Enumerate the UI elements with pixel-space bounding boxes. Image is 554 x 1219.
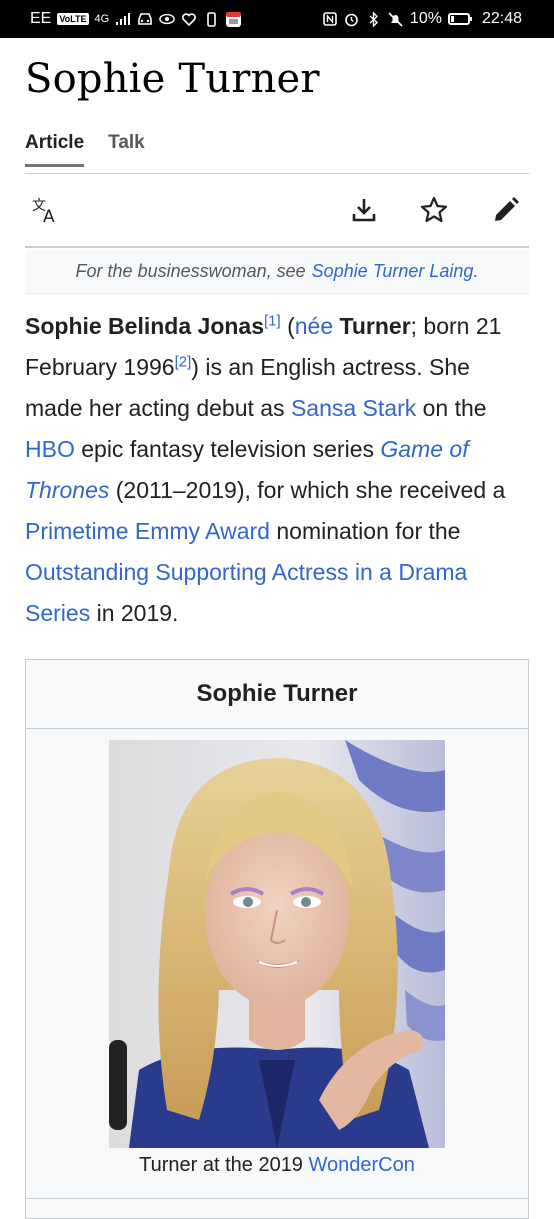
lead-text: epic fantasy television series bbox=[74, 436, 381, 462]
calendar-app-icon bbox=[225, 11, 241, 27]
battery-icon bbox=[447, 13, 472, 25]
wondercon-link[interactable]: WonderCon bbox=[309, 1154, 415, 1176]
hatnote-link[interactable]: Sophie Turner Laing. bbox=[312, 261, 479, 282]
heart-icon bbox=[181, 11, 197, 27]
alarm-icon bbox=[344, 11, 360, 27]
infobox-photo[interactable] bbox=[109, 740, 445, 1148]
star-icon[interactable] bbox=[418, 194, 450, 226]
reference-link-2[interactable]: [2] bbox=[175, 353, 192, 370]
mute-bell-icon bbox=[388, 11, 404, 27]
language-icon[interactable]: 文 A bbox=[29, 194, 61, 226]
page-actions-bar: 文 A bbox=[25, 190, 529, 232]
download-icon[interactable] bbox=[348, 194, 380, 226]
infobox-title: Sophie Turner bbox=[26, 660, 528, 729]
edit-icon[interactable] bbox=[490, 194, 522, 226]
lead-text: nomination for the bbox=[269, 518, 461, 544]
sansa-stark-link[interactable]: Sansa Stark bbox=[291, 395, 416, 421]
infobox: Sophie Turner Turner at the 2019 WonderC… bbox=[25, 659, 529, 1219]
emmy-award-link[interactable]: Primetime Emmy Award bbox=[25, 518, 270, 544]
carrier-label: EE bbox=[30, 10, 52, 27]
status-left: EE VoLTE 4G bbox=[30, 10, 241, 28]
page-title: Sophie Turner bbox=[25, 56, 320, 102]
reference-link-1[interactable]: [1] bbox=[264, 312, 281, 329]
signal-icon bbox=[115, 11, 131, 27]
infobox-divider bbox=[26, 1198, 528, 1199]
tabs-divider bbox=[25, 173, 529, 174]
tab-talk[interactable]: Talk bbox=[108, 132, 145, 167]
lead-text: in 2019. bbox=[90, 600, 179, 626]
actions-divider bbox=[25, 246, 529, 248]
lead-text: ( bbox=[280, 313, 295, 339]
hbo-link[interactable]: HBO bbox=[25, 436, 75, 462]
clock: 22:48 bbox=[481, 10, 522, 27]
lead-text: on the bbox=[416, 395, 487, 421]
tab-article[interactable]: Article bbox=[25, 132, 85, 167]
hatnote: For the businesswoman, see Sophie Turner… bbox=[25, 249, 529, 294]
network-type: 4G bbox=[94, 13, 110, 25]
status-right: 10% 22:48 bbox=[322, 10, 522, 28]
page-tabs: Article Talk bbox=[25, 132, 145, 167]
hatnote-text: For the businesswoman, see bbox=[75, 260, 306, 281]
eye-icon bbox=[159, 11, 176, 27]
car-mode-icon bbox=[137, 11, 153, 27]
maiden-name: Turner bbox=[339, 313, 411, 339]
nee-link[interactable]: née bbox=[295, 313, 333, 339]
svg-text:A: A bbox=[43, 207, 55, 225]
caption-text: Turner at the 2019 bbox=[139, 1154, 309, 1176]
volte-badge: VoLTE bbox=[57, 13, 89, 25]
bluetooth-icon bbox=[366, 11, 382, 27]
subject-name: Sophie Belinda Jonas bbox=[25, 313, 264, 339]
status-bar: EE VoLTE 4G 10% 22:48 bbox=[0, 0, 554, 38]
phone-icon bbox=[203, 11, 219, 27]
battery-percent: 10% bbox=[409, 10, 442, 27]
lead-text: (2011–2019), for which she received a bbox=[109, 477, 506, 503]
lead-paragraph: Sophie Belinda Jonas[1] (née Turner; bor… bbox=[25, 306, 525, 634]
nfc-icon bbox=[322, 11, 338, 27]
photo-caption: Turner at the 2019 WonderCon bbox=[26, 1154, 528, 1177]
